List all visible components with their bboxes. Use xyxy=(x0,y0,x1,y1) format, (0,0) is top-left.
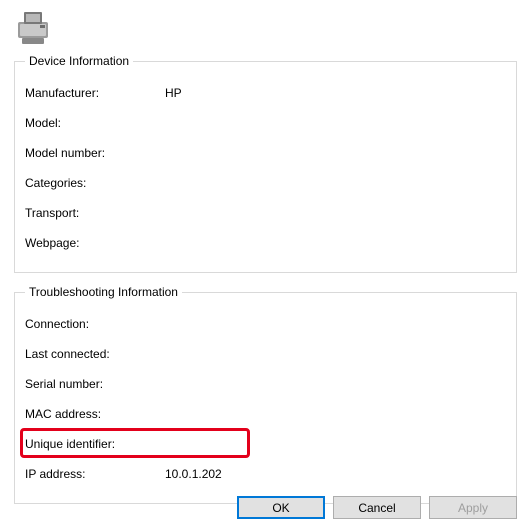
serial-number-row: Serial number: xyxy=(25,369,506,399)
model-value xyxy=(165,116,506,130)
manufacturer-row: Manufacturer: HP xyxy=(25,78,506,108)
model-number-row: Model number: xyxy=(25,138,506,168)
model-label: Model: xyxy=(25,116,165,130)
ip-address-value: 10.0.1.202 xyxy=(165,467,506,481)
manufacturer-value: HP xyxy=(165,86,506,100)
connection-value xyxy=(165,317,506,331)
last-connected-value xyxy=(165,347,506,361)
model-row: Model: xyxy=(25,108,506,138)
model-number-value xyxy=(165,146,506,160)
troubleshooting-information-group: Troubleshooting Information Connection: … xyxy=(14,285,517,504)
device-information-group: Device Information Manufacturer: HP Mode… xyxy=(14,54,517,273)
unique-identifier-value xyxy=(165,437,506,451)
ok-button[interactable]: OK xyxy=(237,496,325,519)
transport-row: Transport: xyxy=(25,198,506,228)
unique-identifier-label: Unique identifier: xyxy=(25,437,165,451)
model-number-label: Model number: xyxy=(25,146,165,160)
webpage-row: Webpage: xyxy=(25,228,506,258)
apply-button[interactable]: Apply xyxy=(429,496,517,519)
mac-address-row: MAC address: xyxy=(25,399,506,429)
transport-value xyxy=(165,206,506,220)
last-connected-label: Last connected: xyxy=(25,347,165,361)
categories-row: Categories: xyxy=(25,168,506,198)
unique-identifier-row: Unique identifier: xyxy=(25,429,506,459)
categories-value xyxy=(165,176,506,190)
categories-label: Categories: xyxy=(25,176,165,190)
printer-icon xyxy=(14,8,54,46)
serial-number-value xyxy=(165,377,506,391)
mac-address-label: MAC address: xyxy=(25,407,165,421)
cancel-button[interactable]: Cancel xyxy=(333,496,421,519)
ip-address-label: IP address: xyxy=(25,467,165,481)
transport-label: Transport: xyxy=(25,206,165,220)
ip-address-row: IP address: 10.0.1.202 xyxy=(25,459,506,489)
manufacturer-label: Manufacturer: xyxy=(25,86,165,100)
dialog-button-bar: OK Cancel Apply xyxy=(237,496,517,519)
webpage-value xyxy=(165,236,506,250)
device-information-legend: Device Information xyxy=(25,54,133,68)
troubleshooting-information-legend: Troubleshooting Information xyxy=(25,285,182,299)
connection-row: Connection: xyxy=(25,309,506,339)
connection-label: Connection: xyxy=(25,317,165,331)
serial-number-label: Serial number: xyxy=(25,377,165,391)
mac-address-value xyxy=(165,407,506,421)
last-connected-row: Last connected: xyxy=(25,339,506,369)
webpage-label: Webpage: xyxy=(25,236,165,250)
